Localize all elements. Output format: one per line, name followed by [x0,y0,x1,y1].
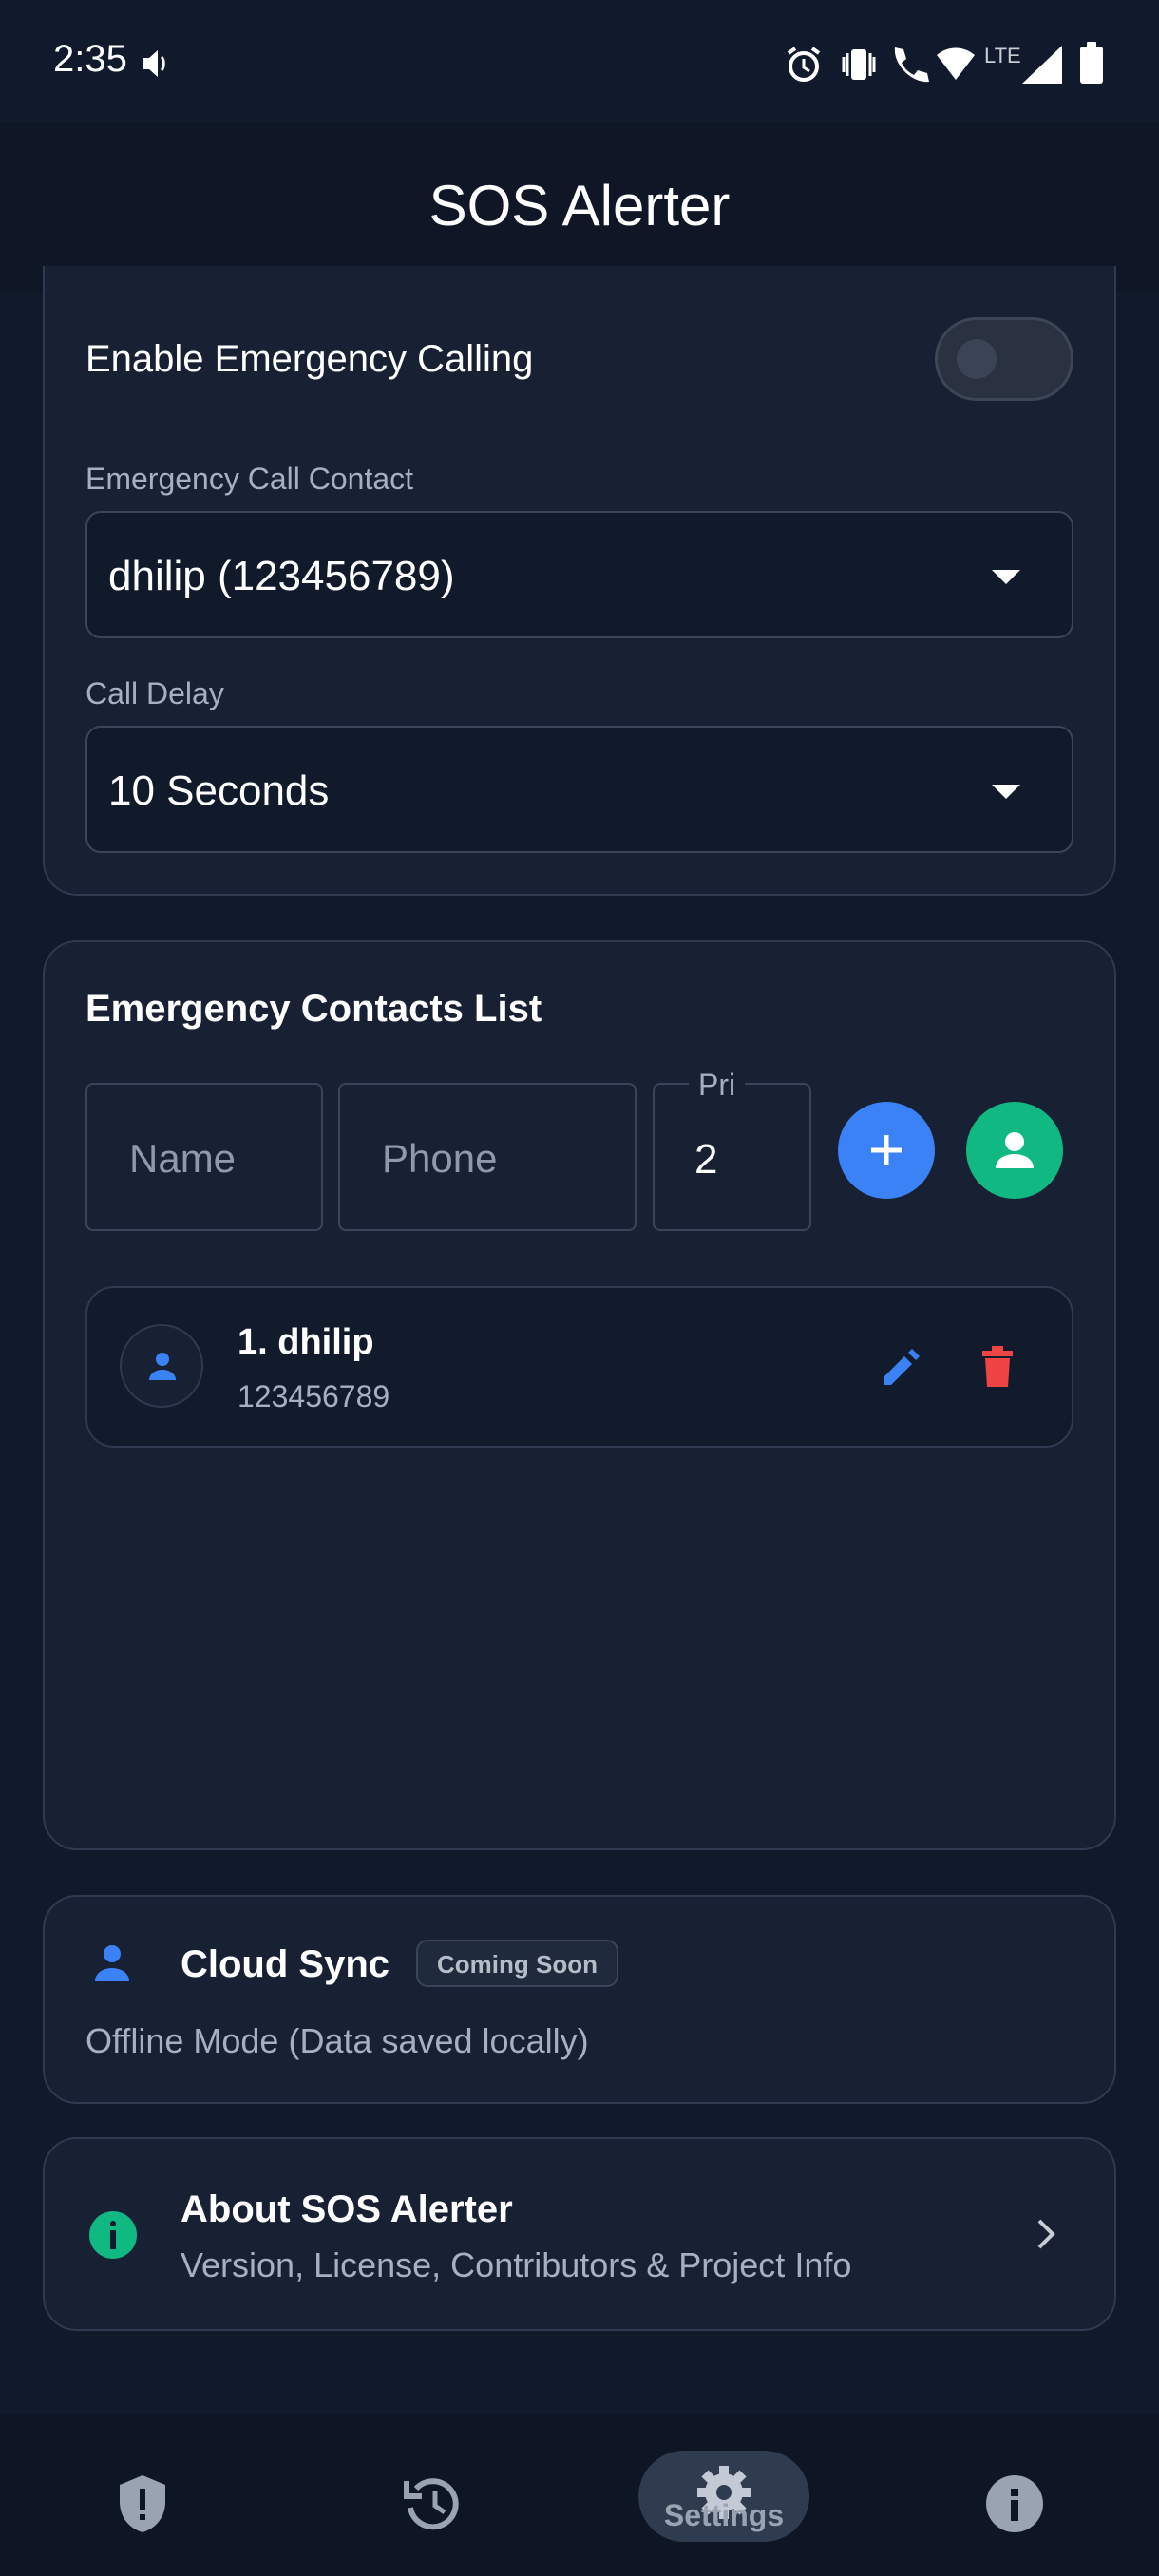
nav-settings-tab[interactable]: Settings [638,2451,809,2542]
network-type: LTE [984,44,1021,67]
shield-alert-icon [120,2475,165,2532]
cloud-sync-status: Offline Mode (Data saved locally) [86,2021,589,2060]
enable-calling-toggle[interactable] [935,317,1074,401]
info-icon [89,2211,137,2259]
pick-contact-button[interactable] [966,1102,1063,1199]
call-delay-label: Call Delay [86,676,224,710]
volume-icon [142,50,165,77]
history-icon [404,2478,459,2530]
vibrate-icon [842,49,876,80]
nav-alert-tab[interactable] [106,2468,179,2540]
call-contact-label: Emergency Call Contact [86,462,414,496]
call-delay-dropdown[interactable]: 10 Seconds [86,726,1074,853]
wifi-icon [937,47,975,80]
about-title: About SOS Alerter [180,2188,513,2230]
about-card[interactable] [43,2137,1116,2331]
name-placeholder: Name [129,1136,237,1181]
name-input[interactable]: Name [86,1083,323,1231]
priority-label: Pri [689,1068,746,1103]
contact-name: 1. dhilip [238,1322,374,1362]
person-icon [95,1945,129,1981]
cloud-sync-title: Cloud Sync [180,1943,390,1985]
avatar [120,1324,203,1408]
add-contact-button[interactable] [838,1102,935,1199]
chevron-down-icon [992,570,1020,584]
nav-history-tab[interactable] [397,2468,469,2540]
list-item[interactable]: 1. dhilip 123456789 [86,1286,1074,1448]
person-icon [996,1132,1034,1168]
plus-icon [871,1135,902,1165]
toggle-knob [957,339,997,379]
cloud-sync-card [43,1895,1116,2104]
status-time: 2:35 [53,38,127,80]
call-icon [894,47,929,83]
about-subtitle: Version, License, Contributors & Project… [180,2245,852,2284]
coming-soon-badge: Coming Soon [416,1940,618,1987]
call-contact-value: dhilip (123456789) [108,553,455,599]
contacts-list-title: Emergency Contacts List [86,988,542,1030]
nav-settings-label: Settings [663,2498,785,2532]
alarm-icon [787,47,821,82]
edit-icon[interactable] [880,1347,922,1389]
chevron-right-icon [1037,2219,1055,2249]
phone-input[interactable]: Phone [338,1083,636,1231]
person-icon [149,1353,176,1380]
status-bar: 2:35 LTE [0,0,1159,122]
delete-icon[interactable] [980,1345,1015,1387]
signal-icon [1022,46,1062,84]
phone-placeholder: Phone [382,1136,498,1181]
priority-input[interactable]: Pri 2 [653,1068,811,1231]
enable-calling-label: Enable Emergency Calling [86,338,534,380]
info-icon [986,2475,1043,2532]
battery-icon [1080,42,1103,84]
chevron-down-icon [992,785,1020,799]
call-contact-dropdown[interactable]: dhilip (123456789) [86,511,1074,638]
call-delay-value: 10 Seconds [108,767,330,814]
page-title: SOS Alerter [428,174,731,237]
nav-info-tab[interactable] [978,2468,1051,2540]
priority-value: 2 [694,1136,718,1183]
contact-phone: 123456789 [238,1379,390,1413]
